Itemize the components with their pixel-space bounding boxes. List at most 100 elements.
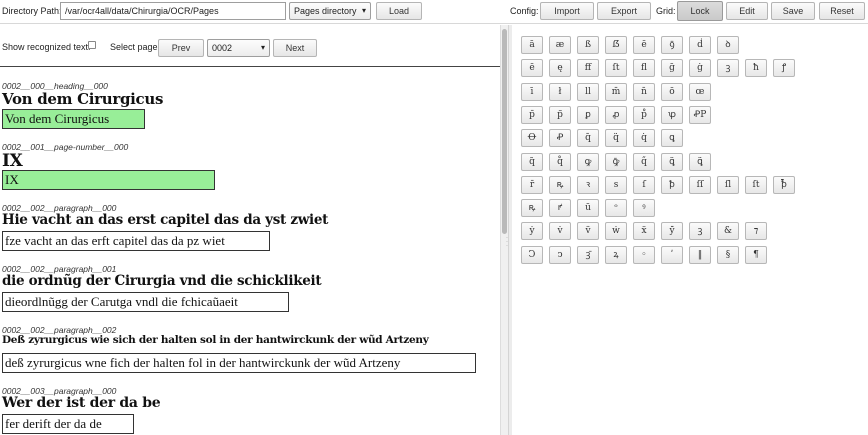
page-select[interactable]: 0002 ▾ <box>207 39 270 57</box>
import-button[interactable]: Import <box>540 2 594 20</box>
virtual-key[interactable]: q̋ <box>633 153 655 171</box>
virtual-key[interactable]: œ <box>689 83 711 101</box>
virtual-key[interactable]: æ <box>549 36 571 54</box>
virtual-key[interactable]: ꝓ <box>605 106 627 124</box>
virtual-key[interactable]: ꝥ <box>661 176 683 194</box>
edit-button[interactable]: Edit <box>726 2 768 20</box>
virtual-key[interactable]: ꝫ̄ <box>577 246 599 264</box>
virtual-key[interactable]: ꝵ <box>549 199 571 217</box>
line-text-input[interactable]: deß zyrurgicus wne fich der halten fol i… <box>2 353 476 373</box>
export-button[interactable]: Export <box>597 2 651 20</box>
virtual-key[interactable]: ē <box>633 36 655 54</box>
directory-path-input[interactable]: /var/ocr4all/data/Chirurgia/OCR/Pages <box>60 2 286 20</box>
virtual-key[interactable]: Ꝋ <box>521 129 543 147</box>
show-recognized-text-checkbox[interactable] <box>88 41 96 49</box>
virtual-key[interactable]: p̄ <box>521 106 543 124</box>
virtual-key[interactable]: s <box>605 176 627 194</box>
virtual-key[interactable]: p̊ <box>633 106 655 124</box>
virtual-key[interactable]: r̄ <box>521 176 543 194</box>
virtual-key[interactable]: q̈ <box>605 129 627 147</box>
virtual-key[interactable]: ꝒP <box>689 106 711 124</box>
virtual-key[interactable]: ſ <box>633 176 655 194</box>
virtual-key[interactable]: ẏ̄ <box>661 222 683 240</box>
virtual-key[interactable]: ꝰ <box>633 199 655 217</box>
virtual-key[interactable]: m̄ <box>605 83 627 101</box>
pages-directory-select[interactable]: Pages directory ▾ <box>289 2 371 20</box>
virtual-key[interactable]: ꝶ <box>521 199 543 217</box>
virtual-key[interactable]: ◦ <box>633 246 655 264</box>
virtual-key[interactable]: ꝛ <box>577 176 599 194</box>
virtual-key[interactable]: q̃ <box>521 153 543 171</box>
virtual-key[interactable]: ꝗ <box>661 129 683 147</box>
virtual-key[interactable]: Ↄ <box>521 246 543 264</box>
virtual-key[interactable]: q̊ <box>549 153 571 171</box>
virtual-key[interactable]: v̇ <box>549 222 571 240</box>
virtual-key[interactable]: ꝫ <box>689 222 711 240</box>
lock-button[interactable]: Lock <box>677 1 723 21</box>
virtual-key[interactable]: ḋ <box>689 36 711 54</box>
virtual-key[interactable]: ſt <box>745 176 767 194</box>
virtual-key[interactable]: ‖ <box>689 246 711 264</box>
virtual-key[interactable]: ꝺ <box>717 36 739 54</box>
virtual-key[interactable]: ū <box>577 199 599 217</box>
virtual-key[interactable]: q̄ <box>577 129 599 147</box>
virtual-key[interactable]: ł <box>549 83 571 101</box>
virtual-key[interactable]: ġ <box>689 59 711 77</box>
line-text-input[interactable]: Von dem Cirurgicus <box>2 109 145 129</box>
virtual-key[interactable]: ẍ <box>633 222 655 240</box>
scrollbar-thumb[interactable] <box>502 29 507 234</box>
virtual-key[interactable]: § <box>717 246 739 264</box>
virtual-key[interactable]: ē <box>521 59 543 77</box>
virtual-key[interactable]: q̇ <box>633 129 655 147</box>
prev-page-button[interactable]: Prev <box>158 39 204 57</box>
virtual-key[interactable]: ḡ <box>661 59 683 77</box>
virtual-key[interactable]: ꝫ <box>717 59 739 77</box>
virtual-key[interactable]: ſt <box>605 59 627 77</box>
virtual-key[interactable]: ll <box>577 83 599 101</box>
virtual-key[interactable]: ę <box>549 59 571 77</box>
reset-button[interactable]: Reset <box>819 2 865 20</box>
lines-scrollbar[interactable] <box>500 25 508 435</box>
line-text-input[interactable]: IX <box>2 170 215 190</box>
load-button[interactable]: Load <box>376 2 422 20</box>
virtual-key[interactable]: v̈ <box>577 222 599 240</box>
line-text-input[interactable]: fer derift der da de <box>2 414 134 434</box>
virtual-key[interactable]: ⁊ <box>745 222 767 240</box>
virtual-key[interactable]: & <box>717 222 739 240</box>
virtual-key[interactable]: ᵒ <box>605 199 627 217</box>
virtual-key[interactable]: ō <box>661 83 683 101</box>
line-text-input[interactable]: dieordlnũgg der Carutga vndl die fchicaũ… <box>2 292 289 312</box>
virtual-key[interactable]: ꝶ <box>549 176 571 194</box>
virtual-key[interactable]: ff <box>577 59 599 77</box>
virtual-key[interactable]: ꝝ <box>605 246 627 264</box>
virtual-key[interactable]: ꝙ̄ <box>605 153 627 171</box>
virtual-key[interactable]: n̄ <box>633 83 655 101</box>
virtual-key[interactable]: ß <box>577 36 599 54</box>
virtual-key[interactable]: ʹ <box>661 246 683 264</box>
virtual-key[interactable]: ¶ <box>745 246 767 264</box>
virtual-key[interactable]: ↄ <box>549 246 571 264</box>
virtual-key[interactable]: ẏ <box>521 222 543 240</box>
virtual-key[interactable]: ꝭ <box>773 59 795 77</box>
virtual-key[interactable]: ẇ <box>605 222 627 240</box>
virtual-key[interactable]: ħ <box>745 59 767 77</box>
virtual-key[interactable]: ī <box>521 83 543 101</box>
virtual-key[interactable]: ā <box>521 36 543 54</box>
lines-list[interactable]: 0002__000__heading__000 Von dem Cirurgic… <box>0 68 500 435</box>
virtual-key[interactable]: ﬂ <box>633 59 655 77</box>
virtual-key[interactable]: ꝗ̃ <box>661 153 683 171</box>
virtual-key[interactable]: Ꝓ <box>549 129 571 147</box>
virtual-key[interactable]: ſſ <box>689 176 711 194</box>
virtual-key[interactable]: ꝥ̄ <box>773 176 795 194</box>
next-page-button[interactable]: Next <box>273 39 317 57</box>
virtual-key[interactable]: ꝙ <box>577 153 599 171</box>
virtual-key[interactable]: ſl <box>717 176 739 194</box>
virtual-key[interactable]: p̃ <box>549 106 571 124</box>
virtual-key[interactable]: ꝗ̈ <box>689 153 711 171</box>
line-text-input[interactable]: fze vacht an das erft capitel das da pz … <box>2 231 270 251</box>
virtual-key[interactable]: ẞ <box>605 36 627 54</box>
virtual-key[interactable]: ꝯ̄ <box>661 36 683 54</box>
save-button[interactable]: Save <box>771 2 815 20</box>
virtual-key[interactable]: ꝑ <box>577 106 599 124</box>
virtual-key[interactable]: ꝕ <box>661 106 683 124</box>
